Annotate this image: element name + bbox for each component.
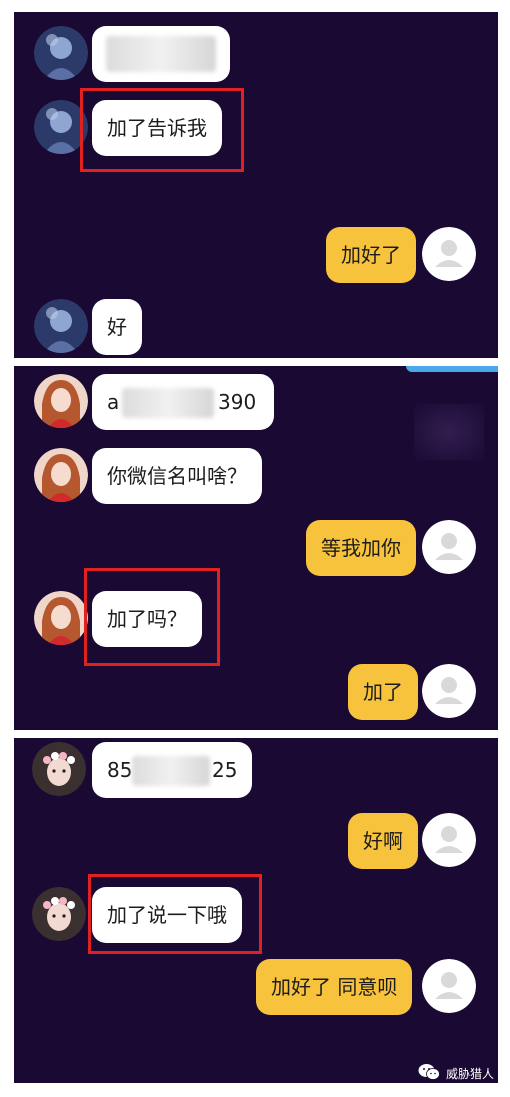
avatar-contact-2[interactable] <box>34 374 88 428</box>
avatar-contact-3[interactable] <box>32 742 86 796</box>
chat-panel-3: 85 25 好啊 加了说一下哦 加好了 同意呗 <box>14 738 498 1083</box>
message-bubble-outgoing[interactable]: 加好了 同意呗 <box>256 959 413 1015</box>
user-placeholder-icon[interactable] <box>422 227 476 281</box>
message-bubble-incoming[interactable]: 好 <box>92 299 142 355</box>
user-placeholder-icon[interactable] <box>422 520 476 574</box>
watermark: 威胁猎人 <box>418 1062 494 1084</box>
highlight-box <box>84 568 220 666</box>
user-placeholder-icon[interactable] <box>422 664 476 718</box>
message-bubble-outgoing[interactable]: 等我加你 <box>306 520 416 576</box>
watermark-text: 威胁猎人 <box>445 1066 494 1081</box>
avatar-contact-3[interactable] <box>32 887 86 941</box>
user-placeholder-icon[interactable] <box>422 959 476 1013</box>
message-bubble-partially-blurred[interactable]: a 390 <box>92 374 274 430</box>
message-bubble-outgoing[interactable]: 加好了 <box>326 227 416 283</box>
avatar-contact-2[interactable] <box>34 448 88 502</box>
message-bubble-outgoing[interactable]: 加了 <box>348 664 418 720</box>
message-bubble-incoming[interactable]: 你微信名叫啥？ <box>92 448 262 504</box>
message-bubble-outgoing[interactable]: 好啊 <box>348 813 418 869</box>
highlight-box <box>80 88 244 172</box>
user-placeholder-icon[interactable] <box>422 813 476 867</box>
chat-panel-1: 加了告诉我 加好了 好 <box>14 12 498 358</box>
highlight-box <box>88 874 262 954</box>
avatar-contact-2[interactable] <box>34 591 88 645</box>
chat-panel-2: a 390 你微信名叫啥？ 等我加你 加了吗？ 加了 <box>14 366 498 730</box>
background-glow <box>414 404 484 460</box>
message-bubble-partially-blurred[interactable]: 85 25 <box>92 742 252 798</box>
message-bubble-blurred[interactable] <box>92 26 230 82</box>
avatar-contact-1[interactable] <box>34 299 88 353</box>
wechat-icon <box>418 1063 440 1084</box>
avatar-contact-1[interactable] <box>34 26 88 80</box>
top-ribbon <box>406 366 498 372</box>
